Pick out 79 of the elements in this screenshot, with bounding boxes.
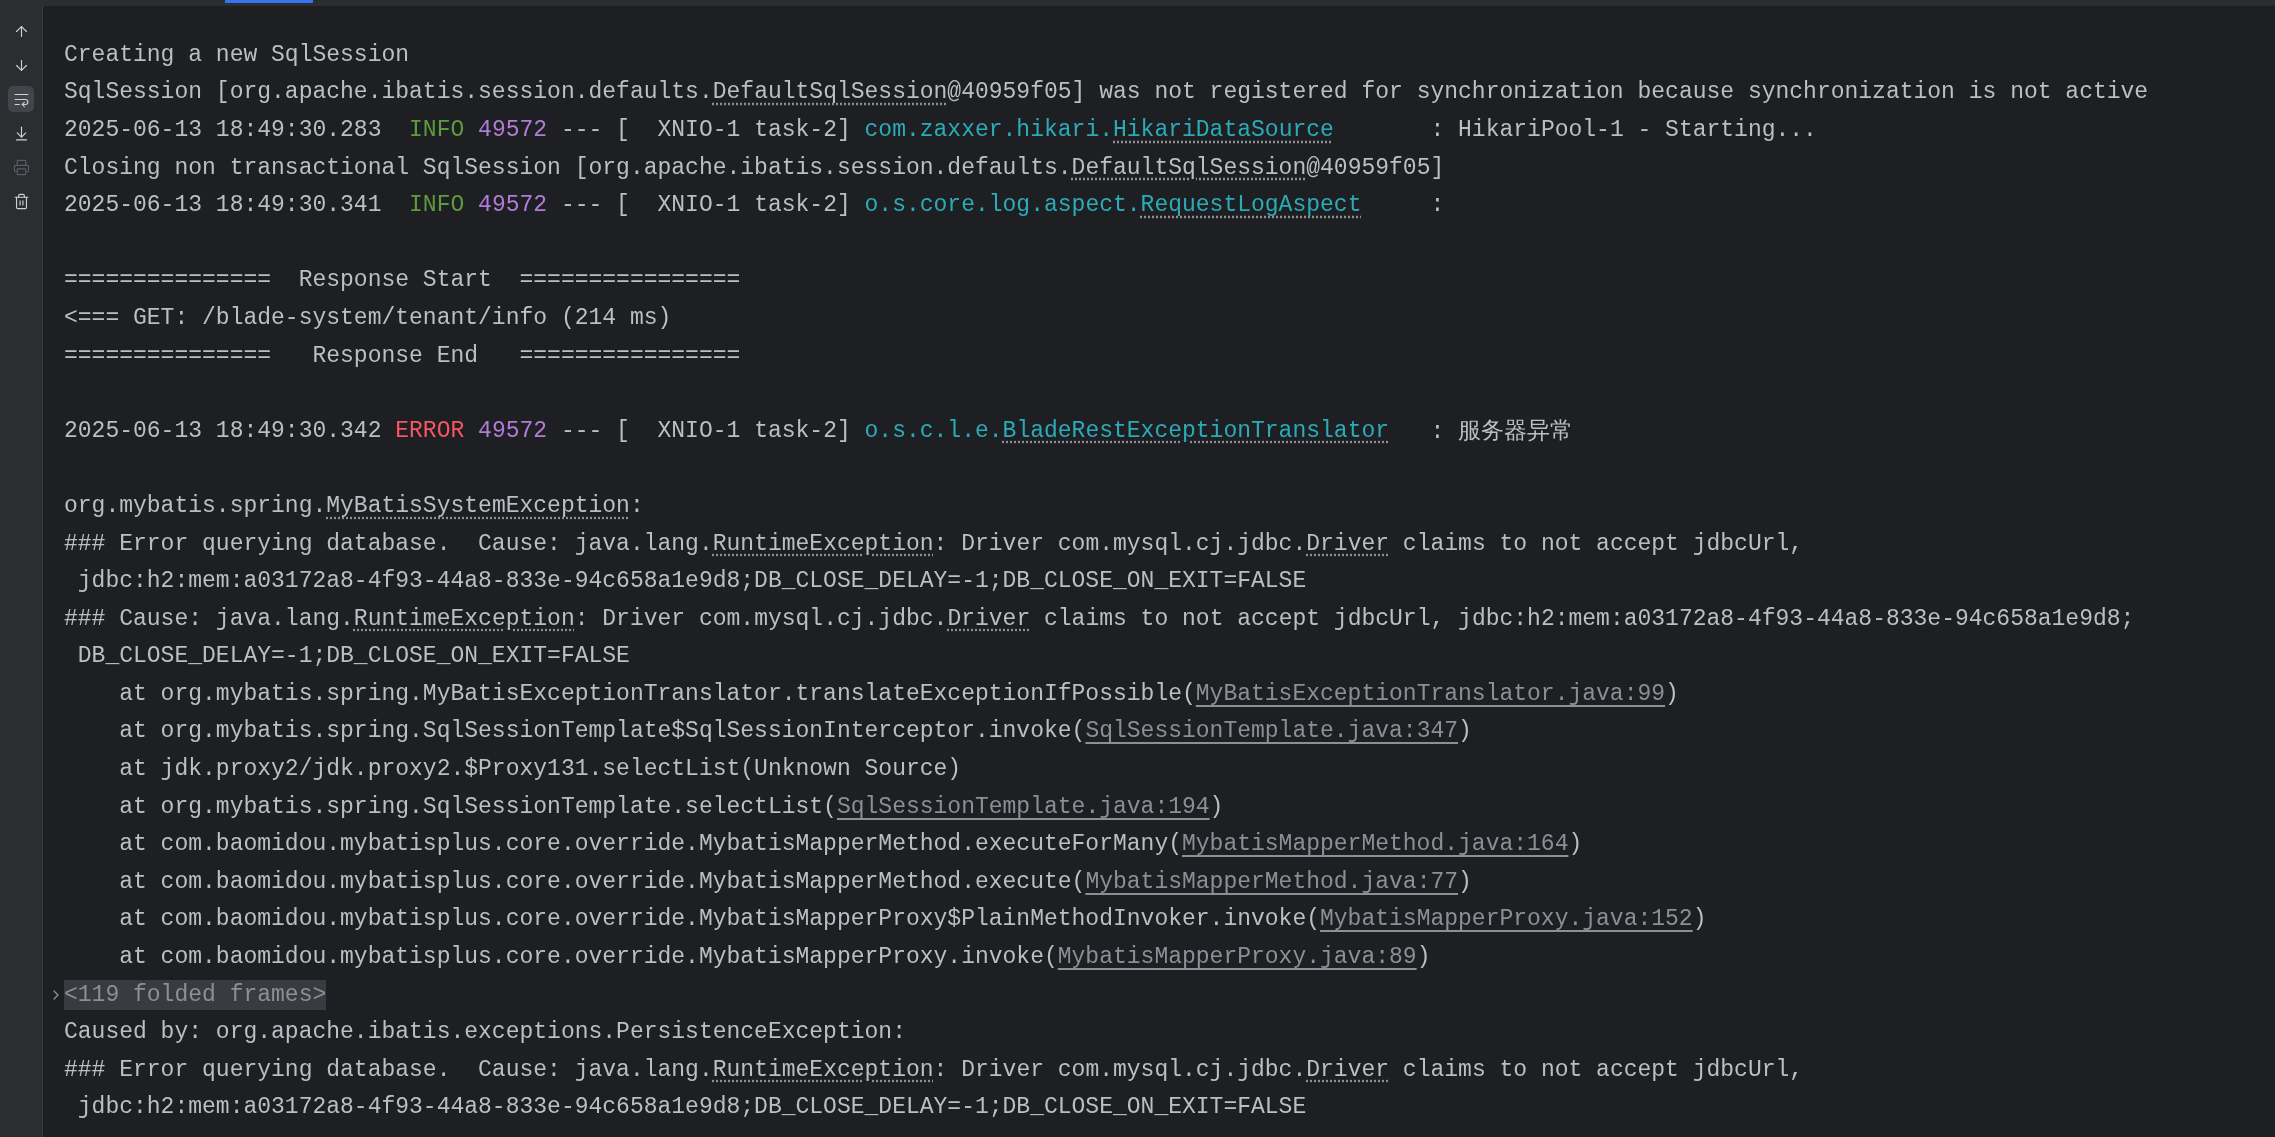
log-text: --- [ XNIO-1 task-2] <box>559 417 852 444</box>
log-text: at org.mybatis.spring.MyBatisExceptionTranslator.translateExceptionIfPossible( <box>118 680 1196 707</box>
log-text: at org.mybatis.spring.SqlSessionTemplate$SqlSessionInterceptor.invoke( <box>118 718 1086 745</box>
log-text: ) <box>1665 680 1679 707</box>
log-text: : Driver com.mysql.cj.jdbc. <box>933 530 1307 557</box>
log-text: : 服务器异常 <box>1429 418 1574 447</box>
class-link[interactable]: Driver <box>1306 1056 1390 1083</box>
log-text: ### Cause: java.lang. <box>64 605 354 632</box>
log-text: claims to not accept jdbcUrl, <box>1401 530 1804 557</box>
log-text: at com.baomidou.mybatisplus.core.override.MybatisMapperProxy$PlainMethodInvoker.invoke( <box>118 906 1320 933</box>
file-link[interactable]: MybatisMapperMethod.java:77 <box>1085 868 1459 895</box>
log-text: ) <box>1568 831 1583 858</box>
log-text: 2025-06-13 18:49:30.341 <box>64 192 383 219</box>
file-link[interactable]: MybatisMapperMethod.java:164 <box>1182 831 1569 858</box>
log-text: 2025-06-13 18:49:30.283 <box>64 117 383 143</box>
logger-name: o.s.c.l.e. <box>864 417 1003 444</box>
log-text: at com.baomidou.mybatisplus.core.override.MybatisMapperMethod.execute( <box>118 868 1086 895</box>
log-text: : <box>629 492 644 519</box>
class-link[interactable]: BladeRestExceptionTranslator <box>1002 417 1390 444</box>
log-text: @40959f05] was not registered for synchronization because synchronization is not active <box>947 79 2149 106</box>
class-link[interactable]: RuntimeException <box>353 605 575 632</box>
logger-name: com.zaxxer.hikari. <box>864 117 1113 143</box>
log-text: at org.mybatis.spring.SqlSessionTemplate.selectList( <box>118 793 837 820</box>
file-link[interactable]: SqlSessionTemplate.java:347 <box>1085 718 1459 745</box>
log-text: ) <box>1692 906 1707 933</box>
log-text: at com.baomidou.mybatisplus.core.override.MybatisMapperMethod.executeForMany( <box>118 831 1182 858</box>
file-link[interactable]: MybatisMapperProxy.java:89 <box>1057 944 1417 971</box>
process-id: 49572 <box>478 192 548 219</box>
file-link[interactable]: MybatisMapperProxy.java:152 <box>1320 906 1693 933</box>
log-text: jdbc:h2:mem:a03172a8-4f93-44a8-833e-94c658a1e9d8;DB_CLOSE_DELAY=-1;DB_CLOSE_ON_EXIT=FALSE <box>76 1094 1307 1121</box>
log-text: : HikariPool-1 - Starting... <box>1429 117 1817 143</box>
log-text: =============== Response End ================ <box>64 342 741 369</box>
log-text: --- [ XNIO-1 task-2] <box>559 117 852 143</box>
log-text: : <box>1429 192 1445 219</box>
log-level: ERROR <box>395 417 465 444</box>
class-link[interactable]: Driver <box>1306 530 1390 557</box>
print-icon <box>12 158 30 176</box>
log-text: ### Error querying database. Cause: java.lang. <box>64 1056 713 1083</box>
class-link[interactable]: MyBatisSystemException <box>326 492 630 519</box>
class-link[interactable]: Driver <box>947 605 1031 632</box>
log-text: <=== GET: /blade-system/tenant/info (214 ms) <box>64 304 672 331</box>
log-text: ) <box>1209 793 1224 820</box>
log-text: org.mybatis.spring. <box>64 492 327 519</box>
log-text: Creating a new SqlSession <box>64 41 410 68</box>
log-text: ### Error querying database. Cause: java.lang. <box>64 530 713 557</box>
log-text: : Driver com.mysql.cj.jdbc. <box>574 605 948 632</box>
class-link[interactable]: HikariDataSource <box>1113 117 1334 143</box>
log-text: ) <box>1458 868 1472 895</box>
log-text: 2025-06-13 18:49:30.342 <box>64 417 383 444</box>
class-link[interactable]: DefaultSqlSession <box>712 79 948 106</box>
log-text: SqlSession [org.apache.ibatis.session.defaults. <box>64 79 713 106</box>
class-link[interactable]: RuntimeException <box>712 530 934 557</box>
log-level: INFO <box>409 192 465 219</box>
log-text: --- [ XNIO-1 task-2] <box>559 192 852 219</box>
log-text: at jdk.proxy2/jdk.proxy2.$Proxy131.selectList(Unknown Source) <box>118 756 962 783</box>
log-text: at com.baomidou.mybatisplus.core.override.MybatisMapperProxy.invoke( <box>118 944 1058 971</box>
trash-icon <box>12 192 30 210</box>
log-text: ) <box>1458 718 1472 745</box>
log-text: claims to not accept jdbcUrl, jdbc:h2:mem:a03172a8-4f93-44a8-833e-94c658a1e9d8; <box>1043 605 2135 632</box>
class-link[interactable]: RuntimeException <box>712 1056 934 1083</box>
soft-wrap-button[interactable] <box>8 86 34 112</box>
log-text: jdbc:h2:mem:a03172a8-4f93-44a8-833e-94c658a1e9d8;DB_CLOSE_DELAY=-1;DB_CLOSE_ON_EXIT=FALSE <box>76 568 1307 595</box>
logger-name: o.s.core.log.aspect. <box>864 192 1141 219</box>
log-text: claims to not accept jdbcUrl, <box>1401 1056 1804 1083</box>
process-id: 49572 <box>478 117 548 143</box>
log-text: DB_CLOSE_DELAY=-1;DB_CLOSE_ON_EXIT=FALSE <box>76 643 630 670</box>
file-link[interactable]: MyBatisExceptionTranslator.java:99 <box>1195 680 1666 707</box>
log-text: : Driver com.mysql.cj.jdbc. <box>933 1056 1307 1083</box>
class-link[interactable]: DefaultSqlSession <box>1071 154 1307 181</box>
log-text: Closing non transactional SqlSession [org.apache.ibatis.session.defaults. <box>64 154 1072 181</box>
log-text: =============== Response Start ================ <box>64 267 741 294</box>
log-text: @40959f05] <box>1306 154 1445 181</box>
folded-frames-link[interactable]: <119 folded frames> <box>64 979 327 1010</box>
file-link[interactable]: SqlSessionTemplate.java:194 <box>836 793 1210 820</box>
log-level: INFO <box>409 117 465 143</box>
class-link[interactable]: RequestLogAspect <box>1140 192 1362 219</box>
process-id: 49572 <box>478 417 548 444</box>
log-text: Caused by: org.apache.ibatis.exceptions.PersistenceException: <box>64 1019 906 1046</box>
log-text: ) <box>1416 944 1431 971</box>
